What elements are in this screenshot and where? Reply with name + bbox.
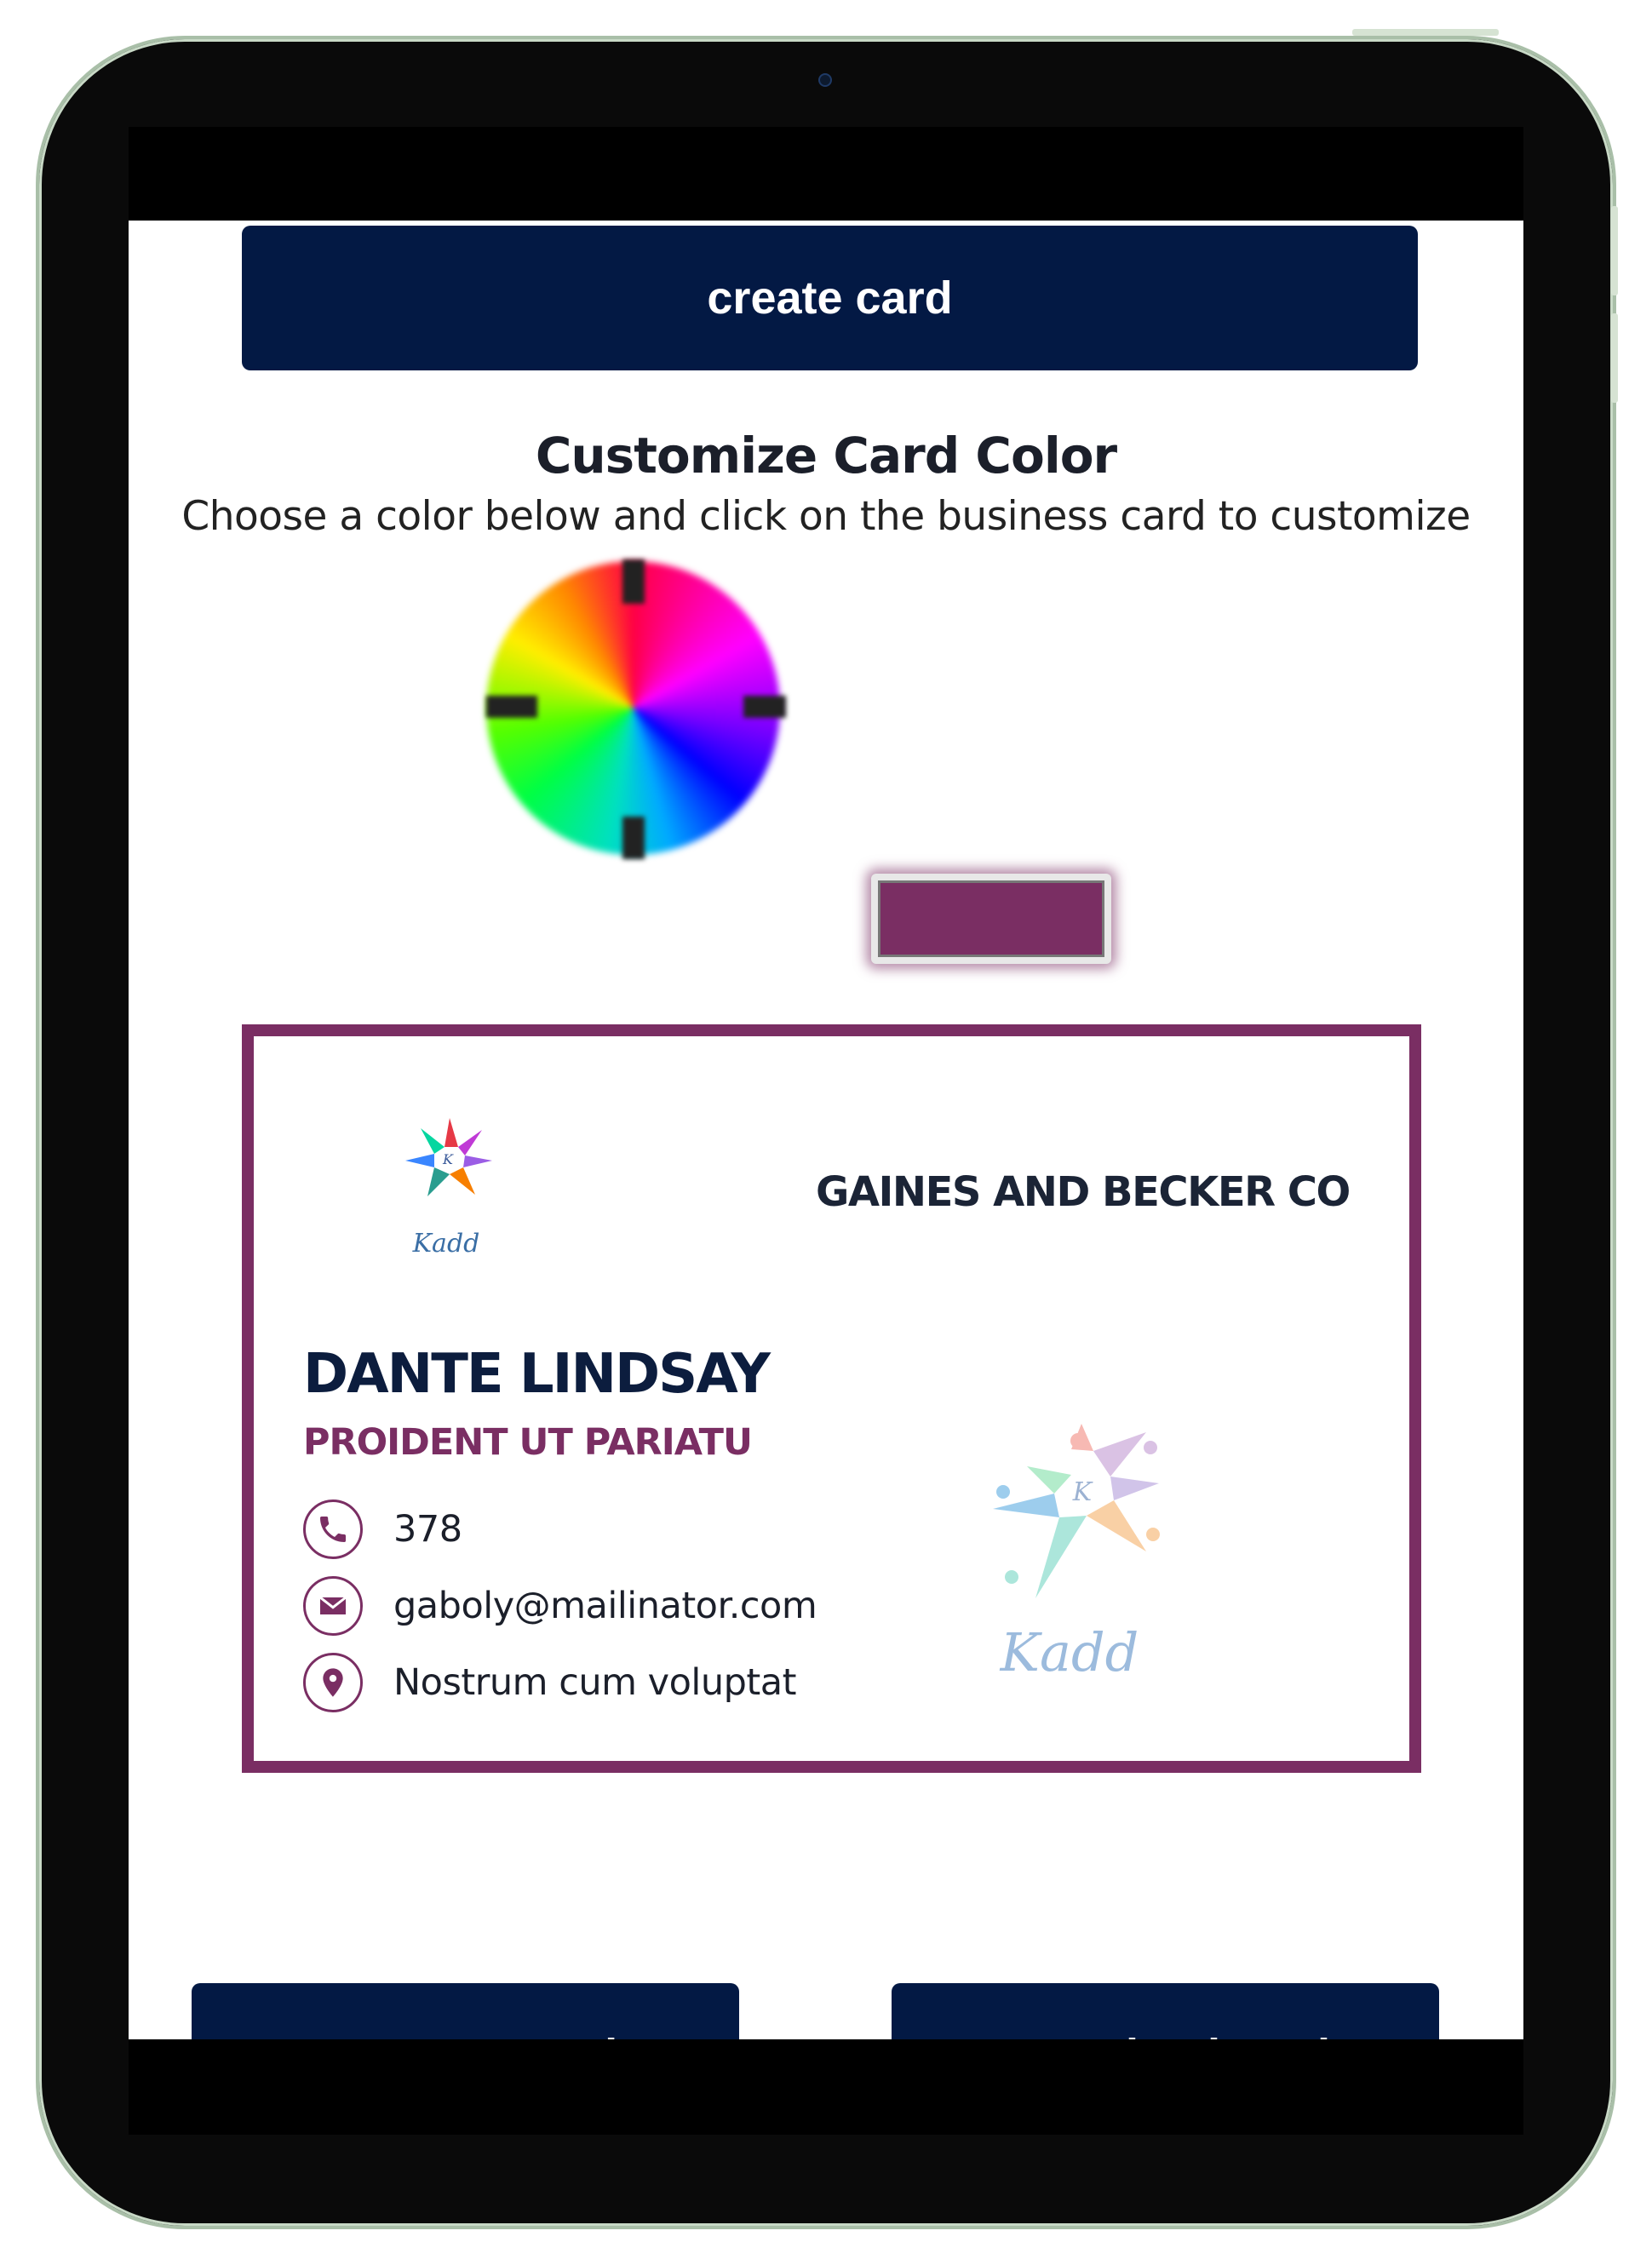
phone-icon (303, 1499, 363, 1559)
location-pin-icon (303, 1653, 363, 1712)
tablet-screen: create card Customize Card Color Choose … (129, 127, 1523, 2135)
phone-row: 378 (303, 1499, 462, 1559)
tablet-top-button (1352, 29, 1499, 36)
color-wheel-handle-top[interactable] (622, 559, 645, 604)
tablet-volume-down-button (1611, 313, 1618, 403)
mail-icon (303, 1576, 363, 1636)
create-card-button[interactable]: create card (242, 226, 1418, 370)
person-name: DANTE LINDSAY (303, 1343, 771, 1406)
phone-text: 378 (393, 1508, 462, 1551)
kadd-logo-small: K Kadd (405, 1118, 492, 1259)
page-content: create card Customize Card Color Choose … (129, 221, 1523, 2128)
svg-text:K: K (442, 1151, 454, 1167)
bottom-bar (129, 2039, 1523, 2135)
kadd-logo-large: K Kadd (993, 1424, 1160, 1683)
email-text: gaboly@mailinator.com (393, 1585, 817, 1627)
business-card[interactable]: K Kadd GAINES AND BECKER CO DANTE LINDSA… (242, 1024, 1421, 1773)
company-name: GAINES AND BECKER CO (816, 1168, 1351, 1216)
status-bar (129, 127, 1523, 221)
address-row: Nostrum cum voluptat (303, 1653, 797, 1712)
tablet-volume-up-button (1611, 206, 1618, 295)
address-text: Nostrum cum voluptat (393, 1661, 797, 1704)
customize-subtitle: Choose a color below and click on the bu… (181, 493, 1471, 540)
front-camera (818, 73, 832, 87)
color-wheel-handle-right[interactable] (743, 696, 786, 718)
selected-color-swatch[interactable] (871, 874, 1111, 964)
color-wheel-handle-left[interactable] (486, 696, 537, 718)
svg-text:K: K (1072, 1477, 1093, 1507)
email-row: gaboly@mailinator.com (303, 1576, 817, 1636)
kadd-logo-small-text: Kadd (412, 1229, 480, 1259)
person-title: PROIDENT UT PARIATU (303, 1421, 753, 1464)
customize-title: Customize Card Color (535, 427, 1117, 485)
kadd-logo-large-text: Kadd (1000, 1621, 1139, 1683)
color-wheel-handle-bottom[interactable] (622, 817, 645, 859)
